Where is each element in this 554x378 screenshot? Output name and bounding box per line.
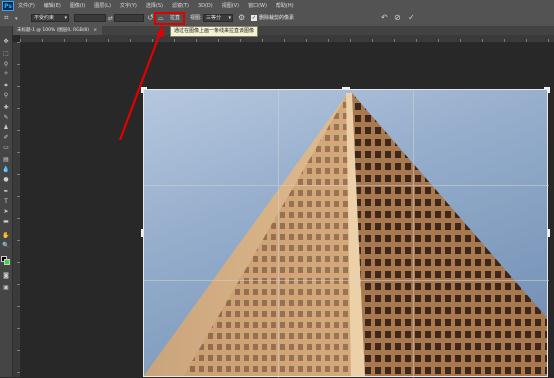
- menu-edit[interactable]: 编辑(E): [44, 2, 61, 9]
- tooltip: 通过在图像上画一条线来拉直该图像: [170, 26, 259, 37]
- menu-filter[interactable]: 滤镜(T): [172, 2, 189, 9]
- options-bar: ⌗ ▾ 不受约束 ▾ ⇄ ↺ ⌓ 拉直 视图: 三等分 ▾ ⚙ ✓ 删除裁剪的像…: [0, 11, 554, 27]
- swap-icon[interactable]: ⇄: [108, 15, 113, 23]
- document-tab-bar: 未标题-1 @ 100% (图层0, RGB/8) ×: [12, 26, 554, 35]
- zoom-tool-icon[interactable]: 🔍: [2, 242, 10, 249]
- menu-layer[interactable]: 图层(L): [94, 2, 111, 9]
- crop-tool-icon[interactable]: ⌗: [4, 14, 9, 22]
- gear-icon[interactable]: ⚙: [238, 14, 245, 22]
- menu-help[interactable]: 帮助(H): [276, 2, 294, 9]
- menu-type[interactable]: 文字(Y): [120, 2, 137, 9]
- marquee-tool-icon[interactable]: ⬚: [2, 50, 10, 57]
- chevron-down-icon[interactable]: ▾: [15, 15, 18, 23]
- commit-check-icon[interactable]: ✓: [408, 14, 415, 22]
- view-label: 视图:: [190, 15, 202, 21]
- crop-handle-top-left[interactable]: [141, 87, 147, 93]
- clear-icon[interactable]: ↺: [147, 14, 154, 22]
- straighten-button[interactable]: 拉直: [170, 13, 180, 23]
- delete-cropped-label: 删除裁剪的像素: [259, 15, 295, 21]
- brush-tool-icon[interactable]: ✎: [2, 114, 10, 121]
- overlay-select-value: 三等分: [206, 15, 222, 21]
- eyedropper-tool-icon[interactable]: ⚲: [2, 92, 10, 99]
- crop-grid-line: [144, 185, 549, 186]
- lasso-tool-icon[interactable]: ϙ: [2, 60, 10, 67]
- menu-view[interactable]: 视图(V): [222, 2, 239, 9]
- reset-icon[interactable]: ↶: [381, 14, 388, 22]
- menu-image[interactable]: 图像(I): [70, 2, 85, 9]
- crop-handle-top-right[interactable]: [544, 87, 550, 93]
- ratio-select[interactable]: 不受约束 ▾: [31, 14, 69, 22]
- vertical-ruler: [12, 42, 21, 377]
- path-selection-tool-icon[interactable]: ➤: [2, 208, 10, 215]
- close-icon[interactable]: ×: [93, 28, 97, 33]
- menu-window[interactable]: 窗口(W): [248, 2, 267, 9]
- menu-select[interactable]: 选择(S): [146, 2, 163, 9]
- hand-tool-icon[interactable]: ✋: [2, 232, 10, 239]
- screen-mode-icon[interactable]: ▣: [2, 284, 10, 291]
- overlay-select[interactable]: 三等分 ▾: [203, 14, 233, 22]
- quick-mask-icon[interactable]: ◙: [2, 272, 10, 279]
- crop-grid-line: [144, 280, 549, 281]
- photoshop-logo: Ps: [2, 0, 14, 11]
- crop-frame[interactable]: [141, 87, 550, 378]
- pen-tool-icon[interactable]: ✒: [2, 188, 10, 195]
- chevron-down-icon: ▾: [228, 15, 231, 21]
- crop-handle-top[interactable]: [342, 87, 350, 93]
- gradient-tool-icon[interactable]: ▤: [2, 156, 10, 163]
- chevron-down-icon: ▾: [64, 15, 67, 21]
- shape-tool-icon[interactable]: ▬: [2, 218, 10, 225]
- cancel-icon[interactable]: ⊘: [394, 14, 401, 22]
- horizontal-ruler: [20, 35, 554, 43]
- history-brush-tool-icon[interactable]: ✐: [2, 134, 10, 141]
- menu-3d[interactable]: 3D(D): [198, 3, 213, 9]
- move-tool-icon[interactable]: ✥: [2, 38, 10, 45]
- checkbox-checked-icon[interactable]: ✓: [251, 15, 257, 21]
- crop-handle-left[interactable]: [141, 229, 147, 237]
- blur-tool-icon[interactable]: 💧: [2, 166, 10, 173]
- background-color-swatch[interactable]: [4, 259, 10, 265]
- crop-tool-icon[interactable]: ⌗: [2, 82, 10, 89]
- type-tool-icon[interactable]: T: [2, 198, 10, 205]
- document-tab[interactable]: 未标题-1 @ 100% (图层0, RGB/8) ×: [12, 26, 103, 35]
- straighten-icon[interactable]: ⌓: [158, 14, 164, 22]
- menu-file[interactable]: 文件(F): [18, 2, 35, 9]
- crop-grid-line: [278, 90, 279, 378]
- crop-grid-line: [413, 90, 414, 378]
- height-field[interactable]: [114, 14, 144, 22]
- document-tab-title: 未标题-1 @ 100% (图层0, RGB/8): [17, 28, 89, 33]
- dodge-tool-icon[interactable]: ●: [2, 176, 10, 183]
- healing-brush-tool-icon[interactable]: ✚: [2, 104, 10, 111]
- magic-wand-tool-icon[interactable]: ✧: [2, 70, 10, 77]
- width-field[interactable]: [74, 14, 106, 22]
- toolbox: ✥ ⬚ ϙ ✧ ⌗ ⚲ ✚ ✎ ♟ ✐ ▭ ▤ 💧 ● ✒ T ➤ ▬ ✋ 🔍 …: [0, 26, 13, 377]
- eraser-tool-icon[interactable]: ▭: [2, 144, 10, 151]
- crop-handle-right[interactable]: [544, 229, 550, 237]
- ratio-select-value: 不受约束: [34, 15, 55, 21]
- clone-stamp-tool-icon[interactable]: ♟: [2, 124, 10, 131]
